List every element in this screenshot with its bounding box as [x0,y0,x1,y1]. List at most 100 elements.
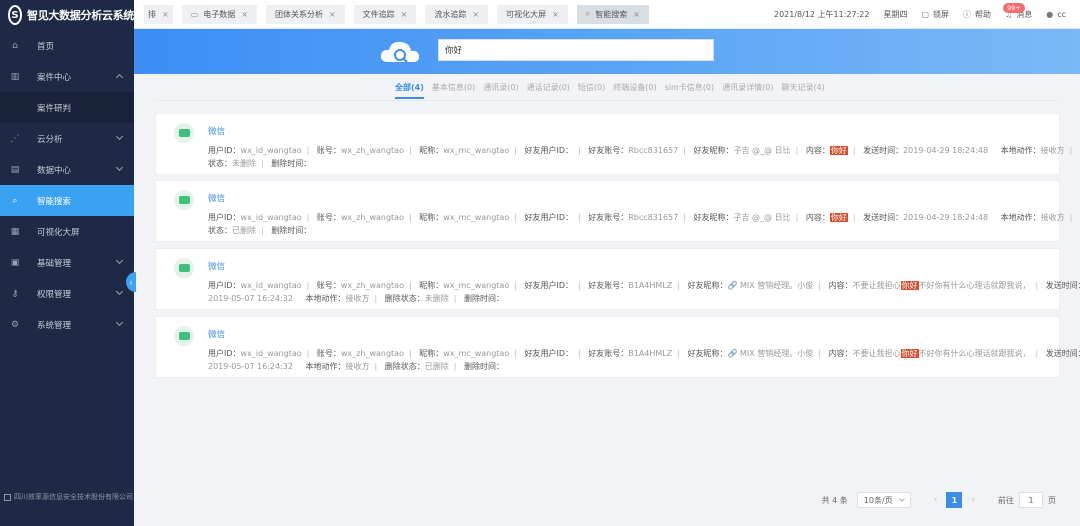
filter-contact-details[interactable]: 通讯录详情(0) [722,82,773,99]
sidebar-item-basic-management[interactable]: ▣ 基础管理 [0,247,134,278]
tab-visual-screen[interactable]: 可视化大屏 × [497,4,568,24]
chevron-up-icon [115,73,124,82]
sidebar-menu: ⌂ 首页 ▥ 案件中心 案件研判 ⋰ 云分析 ▤ 数据中心 ⌕ 智能搜索 ▦ 可… [0,30,134,340]
result-card[interactable]: 微信 用户ID：wx_id_wangtao | 账号：wx_zh_wangtao |… [155,248,1080,310]
sidebar-item-smart-search[interactable]: ⌕ 智能搜索 [0,185,134,216]
keyword-highlight: 你好 [829,213,848,222]
tab-label: 文件追踪 [362,9,395,19]
search-icon: ⌕ [585,9,591,18]
tab-electronic-data[interactable]: ▭ 电子数据 × [181,4,257,24]
page-number-current[interactable]: 1 [946,492,963,508]
result-details-line1: 用户ID：wx_id_wangtao | 账号：wx_zh_wangtao | 昵称… [208,213,1080,222]
total-count: 共 4 条 [821,495,848,505]
tab-smart-search[interactable]: ⌕ 智能搜索 × [576,4,649,24]
cloud-search-icon [380,41,419,63]
close-icon[interactable]: × [401,10,408,19]
filter-sim-info[interactable]: sim卡信息(0) [665,82,715,99]
next-page-button[interactable]: › [971,495,975,505]
case-icon: ▥ [10,71,20,82]
result-details-line2: 状态：已删除 | 删除时间： [208,226,312,235]
result-card[interactable]: 微信 用户ID：wx_id_wangtao | 账号：wx_zh_wangtao |… [155,113,1080,175]
result-card[interactable]: 微信 用户ID：wx_id_wangtao | 账号：wx_zh_wangtao |… [155,316,1080,378]
sidebar-item-label: 首页 [37,41,55,52]
close-icon[interactable]: × [241,10,248,19]
close-icon[interactable]: × [552,10,559,19]
sidebar-item-cloud-analysis[interactable]: ⋰ 云分析 [0,123,134,154]
close-icon[interactable]: × [472,10,479,19]
close-icon[interactable]: × [329,10,336,19]
goto-page-input[interactable]: 1 [1019,492,1043,508]
lock-screen-button[interactable]: ▢ 锁屏 [921,9,949,20]
filter-basic-info[interactable]: 基本信息(0) [432,82,475,99]
filter-sms[interactable]: 短信(0) [578,82,605,99]
message-button[interactable]: 99+ ♫ 消息 [1003,3,1032,20]
page-size-value: 10条/页 [863,495,893,505]
result-title[interactable]: 微信 [208,328,225,340]
result-card[interactable]: 微信 用户ID：wx_id_wangtao | 账号：wx_zh_wangtao |… [155,180,1080,242]
sidebar-item-case-center[interactable]: ▥ 案件中心 [0,61,134,92]
page-size-select[interactable]: 10条/页 [856,492,911,508]
help-label: 帮助 [975,10,992,19]
sidebar-subitem-case-analysis[interactable]: 案件研判 [0,92,134,123]
grid-icon: ▣ [10,257,20,268]
sidebar-item-label: 云分析 [37,134,63,145]
tab-group-relation[interactable]: 团体关系分析 × [265,4,345,24]
prev-page-button[interactable]: ‹ [934,495,938,505]
filter-contacts[interactable]: 通讯录(0) [483,82,518,99]
gear-icon: ⚙ [10,319,20,330]
result-title[interactable]: 微信 [208,125,225,137]
wechat-icon [174,258,194,278]
message-badge: 99+ [1003,3,1025,13]
company-icon [4,493,11,501]
tab-partial[interactable]: 排 × [144,4,173,24]
sidebar-footer: 四川效率源信息安全技术股份有限公司 [4,492,133,502]
logo: S 智见大数据分析云系统 [0,0,134,30]
chevron-down-icon [115,318,124,327]
result-details-line2: 状态：未删除 | 删除时间： [208,159,312,168]
user-menu[interactable]: ● cc [1046,10,1066,19]
logo-text: 智见大数据分析云系统 [27,9,134,22]
result-details-line2: 2019-05-07 16:24:32 本地动作：接收方 | 删除状态：未删除 | … [208,294,505,303]
user-name: cc [1057,10,1066,19]
tab-label: 流水追踪 [434,9,467,19]
company-name: 四川效率源信息安全技术股份有限公司 [14,493,133,501]
sidebar-item-data-center[interactable]: ▤ 数据中心 [0,154,134,185]
keyword-highlight: 你好 [900,281,919,290]
filter-call-records[interactable]: 通话记录(0) [527,82,570,99]
sidebar-item-label: 系统管理 [37,320,72,331]
close-icon[interactable]: × [162,10,169,19]
wechat-icon [174,326,194,346]
divider [154,100,1060,101]
sidebar-item-label: 案件研判 [37,103,72,114]
lock-label: 锁屏 [933,10,950,19]
close-icon[interactable]: × [633,10,640,19]
share-icon: ⋰ [10,133,20,144]
filter-devices[interactable]: 终端设备(0) [613,82,656,99]
help-button[interactable]: ⓘ 帮助 [963,9,991,20]
sidebar-item-label: 案件中心 [37,72,72,83]
search-input[interactable] [438,39,714,61]
sidebar-item-system-management[interactable]: ⚙ 系统管理 [0,309,134,340]
result-details-line1: 用户ID：wx_id_wangtao | 账号：wx_zh_wangtao | 昵称… [208,146,1080,155]
result-details-line1: 用户ID：wx_id_wangtao | 账号：wx_zh_wangtao | 昵称… [208,349,1080,358]
sidebar-item-home[interactable]: ⌂ 首页 [0,30,134,61]
tab-flow-tracking[interactable]: 流水追踪 × [425,4,489,24]
chevron-down-icon [898,496,905,502]
result-title[interactable]: 微信 [208,260,225,272]
search-banner [134,29,1080,74]
filter-chat-records[interactable]: 聊天记录(4) [781,82,824,99]
chevron-down-icon [115,256,124,265]
sidebar-item-visual-screen[interactable]: ▦ 可视化大屏 [0,216,134,247]
screen-icon: ▦ [10,226,20,237]
chevron-down-icon [115,163,124,172]
permission-icon: ⚷ [11,288,19,299]
sidebar-item-label: 数据中心 [37,165,72,176]
search-icon: ⌕ [12,195,18,206]
document-icon: ▭ [190,9,199,19]
filter-all[interactable]: 全部(4) [395,82,424,99]
tab-file-tracking[interactable]: 文件追踪 × [353,4,417,24]
result-title[interactable]: 微信 [208,192,225,204]
user-icon: ● [1046,10,1054,19]
sidebar-item-permission-management[interactable]: ⚷ 权限管理 [0,278,134,309]
sidebar-item-label: 基础管理 [37,258,72,269]
